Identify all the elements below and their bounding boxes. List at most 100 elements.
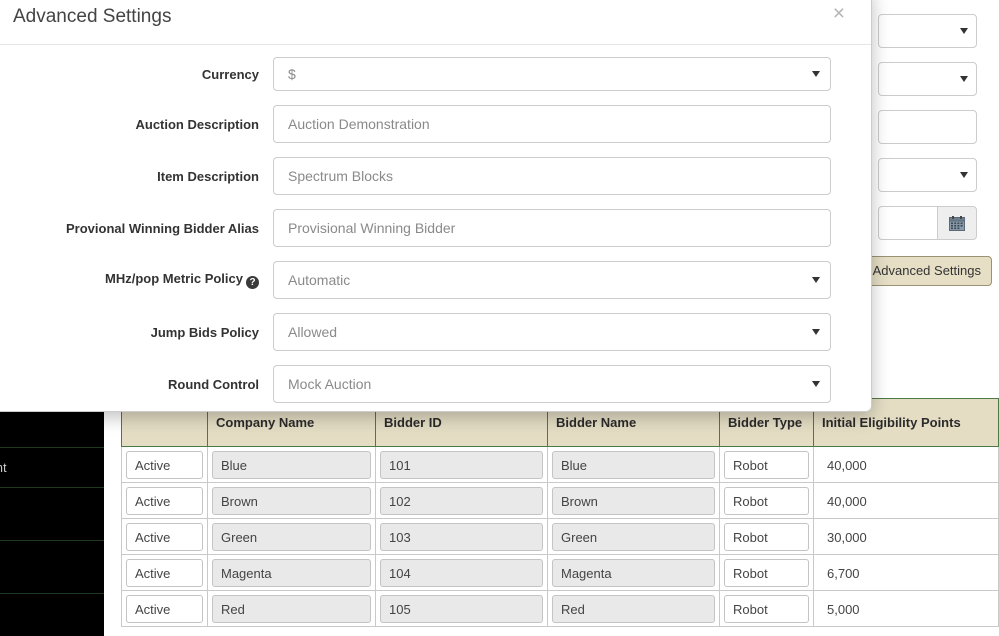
bidder-type-select[interactable]: Robot: [724, 522, 809, 551]
sidebar-item-management[interactable]: agement: [0, 448, 104, 488]
eligibility-points-input[interactable]: 40,000: [818, 450, 994, 479]
modal-body: Currency $ Auction Description Auction D…: [0, 45, 871, 403]
background-date-input-group: [878, 206, 977, 240]
bidder-name-input[interactable]: Brown: [552, 486, 715, 515]
background-select-2[interactable]: [878, 62, 977, 96]
bidder-type-select[interactable]: Robot: [724, 558, 809, 587]
sidebar-item-2[interactable]: [0, 488, 104, 541]
cell-company-name: Magenta: [207, 554, 376, 591]
cell-bidder-type: Robot: [719, 446, 814, 483]
auction-description-input[interactable]: Auction Demonstration: [273, 105, 831, 143]
round-control-value: Mock Auction: [288, 376, 372, 392]
eligibility-points-input[interactable]: 6,700: [818, 558, 994, 587]
provisional-winning-bidder-alias-input[interactable]: Provisional Winning Bidder: [273, 209, 831, 247]
company-name-input[interactable]: Magenta: [212, 558, 371, 587]
label-text: MHz/pop Metric Policy: [105, 271, 243, 286]
sidebar-item-3[interactable]: [0, 541, 104, 594]
cell-bidder-id: 103: [375, 518, 548, 555]
label-text: Item Description: [157, 168, 259, 184]
bidder-id-input[interactable]: 101: [380, 450, 543, 479]
label-text: Currency: [201, 66, 259, 82]
chevron-down-icon: [812, 329, 820, 335]
company-name-input[interactable]: Green: [212, 522, 371, 551]
cell-eligibility-points: 30,000: [813, 518, 999, 555]
chevron-down-icon: [960, 76, 968, 82]
cell-company-name: Red: [207, 590, 376, 627]
company-name-input[interactable]: Blue: [212, 450, 371, 479]
label-text: Provional Winning Bidder Alias: [66, 220, 259, 236]
cell-status: Active: [121, 554, 208, 591]
cell-bidder-name: Blue: [547, 446, 720, 483]
form-row-currency: Currency $: [0, 57, 871, 91]
background-text-input-1[interactable]: [878, 110, 977, 144]
form-row-item-description: Item Description Spectrum Blocks: [0, 157, 871, 195]
table-row: Active Magenta 104 Magenta Robot 6,700: [121, 554, 999, 591]
bidder-name-input[interactable]: Red: [552, 594, 715, 623]
item-description-input[interactable]: Spectrum Blocks: [273, 157, 831, 195]
bidder-name-input[interactable]: Green: [552, 522, 715, 551]
table-row: Active Blue 101 Blue Robot 40,000: [121, 446, 999, 483]
sidebar-item-0[interactable]: [0, 412, 104, 448]
company-name-input[interactable]: Red: [212, 594, 371, 623]
bidder-name-input[interactable]: Blue: [552, 450, 715, 479]
label-auction-description: Auction Description: [0, 117, 273, 132]
bidder-name-input[interactable]: Magenta: [552, 558, 715, 587]
background-select-1[interactable]: [878, 14, 977, 48]
cell-status: Active: [121, 446, 208, 483]
bidder-id-input[interactable]: 104: [380, 558, 543, 587]
chevron-down-icon: [812, 71, 820, 77]
chevron-down-icon: [960, 28, 968, 34]
mhz-pop-metric-policy-select[interactable]: Automatic: [273, 261, 831, 299]
status-select[interactable]: Active: [126, 558, 203, 587]
close-icon[interactable]: ×: [827, 0, 851, 28]
round-control-select[interactable]: Mock Auction: [273, 365, 831, 403]
cell-eligibility-points: 6,700: [813, 554, 999, 591]
bidder-id-input[interactable]: 105: [380, 594, 543, 623]
label-text: Round Control: [168, 376, 259, 392]
cell-eligibility-points: 40,000: [813, 446, 999, 483]
jump-bids-policy-value: Allowed: [288, 324, 338, 340]
table-body: Active Blue 101 Blue Robot 40,000 Active…: [121, 446, 999, 627]
bidder-id-input[interactable]: 103: [380, 522, 543, 551]
background-date-input[interactable]: [878, 206, 937, 240]
label-round-control: Round Control: [0, 377, 273, 392]
eligibility-points-input[interactable]: 40,000: [818, 486, 994, 515]
currency-select[interactable]: $: [273, 57, 831, 91]
bidder-id-input[interactable]: 102: [380, 486, 543, 515]
cell-company-name: Green: [207, 518, 376, 555]
bidder-type-select[interactable]: Robot: [724, 450, 809, 479]
status-select[interactable]: Active: [126, 522, 203, 551]
cell-bidder-type: Robot: [719, 590, 814, 627]
cell-company-name: Brown: [207, 482, 376, 519]
calendar-picker-button[interactable]: [937, 206, 977, 240]
jump-bids-policy-select[interactable]: Allowed: [273, 313, 831, 351]
status-select[interactable]: Active: [126, 594, 203, 623]
cell-status: Active: [121, 518, 208, 555]
form-row-round-control: Round Control Mock Auction: [0, 365, 871, 403]
cell-company-name: Blue: [207, 446, 376, 483]
label-item-description: Item Description: [0, 169, 273, 184]
background-select-3[interactable]: [878, 158, 977, 192]
eligibility-points-input[interactable]: 30,000: [818, 522, 994, 551]
bidder-type-select[interactable]: Robot: [724, 486, 809, 515]
cell-bidder-id: 101: [375, 446, 548, 483]
cell-bidder-name: Brown: [547, 482, 720, 519]
modal-header: Advanced Settings ×: [0, 0, 871, 45]
table-row: Active Green 103 Green Robot 30,000: [121, 518, 999, 555]
cell-bidder-type: Robot: [719, 554, 814, 591]
form-row-mhz-pop-metric-policy: MHz/pop Metric Policy? Automatic: [0, 261, 871, 299]
eligibility-points-input[interactable]: 5,000: [818, 594, 994, 623]
label-text: Auction Description: [135, 116, 259, 132]
status-select[interactable]: Active: [126, 486, 203, 515]
currency-value: $: [288, 66, 296, 82]
cell-bidder-id: 105: [375, 590, 548, 627]
sidebar-item-4[interactable]: [0, 594, 104, 636]
label-currency: Currency: [0, 67, 273, 82]
bidder-type-select[interactable]: Robot: [724, 594, 809, 623]
cell-bidder-name: Red: [547, 590, 720, 627]
company-name-input[interactable]: Brown: [212, 486, 371, 515]
cell-bidder-type: Robot: [719, 518, 814, 555]
help-icon[interactable]: ?: [246, 276, 259, 289]
status-select[interactable]: Active: [126, 450, 203, 479]
background-form-column: Advanced Settings: [752, 0, 999, 412]
